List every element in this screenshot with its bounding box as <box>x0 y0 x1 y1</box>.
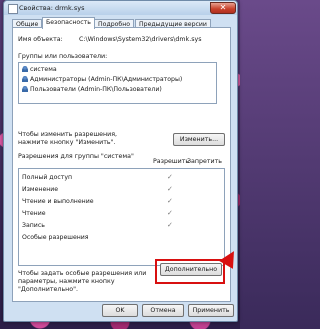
allow-header: Разрешить <box>153 158 190 165</box>
file-icon <box>8 4 18 14</box>
permission-name: Запись <box>22 222 45 229</box>
object-name-value: C:\Windows\System32\drivers\dmk.sys <box>79 36 202 43</box>
list-item[interactable]: система <box>22 66 57 74</box>
permission-name: Чтение <box>22 210 46 217</box>
permission-name: Чтение и выполнение <box>22 198 94 205</box>
change-hint: Чтобы изменить разрешения, нажмите кнопк… <box>18 131 118 146</box>
user-group-icon <box>22 66 28 72</box>
group-name: Пользователи (Admin-ПК\Пользователи) <box>30 86 162 93</box>
group-name: система <box>30 66 57 73</box>
groups-label: Группы или пользователи: <box>18 53 108 60</box>
group-name: Администраторы (Admin-ПК\Администраторы) <box>30 76 183 83</box>
allow-checkmark: ✓ <box>167 197 173 205</box>
properties-dialog: Свойства: drmk.sys ✕ Общие Безопасность … <box>3 0 238 322</box>
apply-button[interactable]: Применить <box>188 304 234 317</box>
close-button[interactable]: ✕ <box>210 2 236 14</box>
ok-button[interactable]: OK <box>102 304 138 317</box>
table-row: Запись ✓ <box>22 221 212 230</box>
table-row: Изменение ✓ <box>22 185 212 194</box>
permission-name: Особые разрешения <box>22 234 89 241</box>
change-button[interactable]: Изменить... <box>173 133 225 146</box>
allow-checkmark: ✓ <box>167 173 173 181</box>
allow-checkmark: ✓ <box>167 209 173 217</box>
groups-listbox[interactable]: система Администраторы (Admin-ПК\Админис… <box>18 62 217 104</box>
list-item[interactable]: Пользователи (Admin-ПК\Пользователи) <box>22 86 162 94</box>
permissions-table[interactable]: Полный доступ ✓ Изменение ✓ Чтение и вып… <box>18 168 225 266</box>
table-row: Полный доступ ✓ <box>22 173 212 182</box>
title-bar[interactable]: Свойства: drmk.sys ✕ <box>4 1 237 15</box>
table-row: Чтение и выполнение ✓ <box>22 197 212 206</box>
allow-checkmark: ✓ <box>167 221 173 229</box>
advanced-hint: Чтобы задать особые разрешения или парам… <box>18 270 147 293</box>
deny-header: Запретить <box>187 158 223 165</box>
user-group-icon <box>22 86 28 92</box>
cancel-button[interactable]: Отмена <box>142 304 184 317</box>
list-item[interactable]: Администраторы (Admin-ПК\Администраторы) <box>22 76 182 84</box>
table-row: Чтение ✓ <box>22 209 212 218</box>
table-row: Особые разрешения <box>22 233 212 242</box>
highlight-frame <box>155 259 225 284</box>
tab-security[interactable]: Безопасность <box>42 17 95 29</box>
permissions-label: Разрешения для группы "система" <box>18 153 134 160</box>
permission-name: Изменение <box>22 186 59 193</box>
user-group-icon <box>22 76 28 82</box>
object-name-label: Имя объекта: <box>18 36 63 43</box>
window-title: Свойства: drmk.sys <box>19 4 85 12</box>
allow-checkmark: ✓ <box>167 185 173 193</box>
permission-name: Полный доступ <box>22 174 73 181</box>
